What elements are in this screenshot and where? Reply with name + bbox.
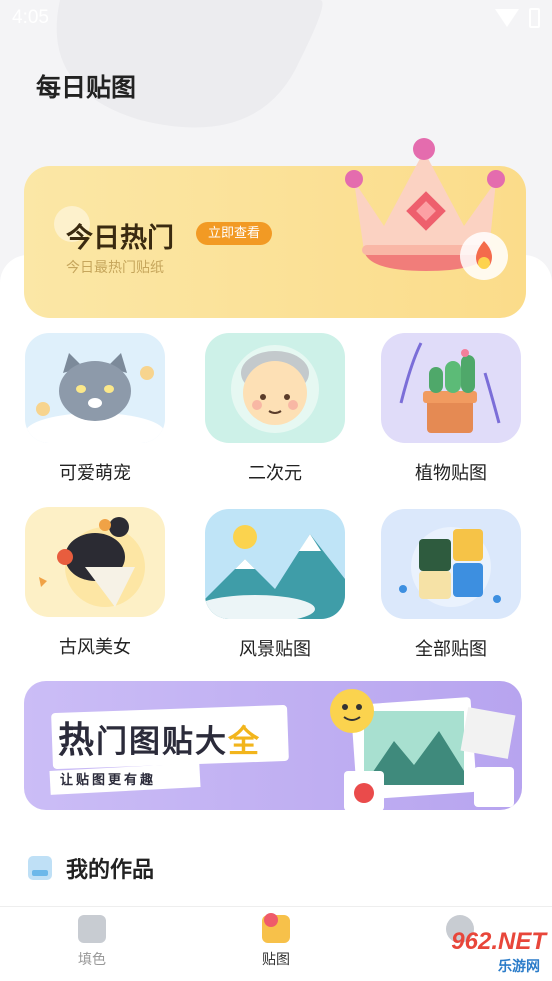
category-plants[interactable]: 植物贴图 — [381, 333, 521, 485]
nav-label: 贴图 — [262, 952, 290, 968]
promo-title: 热门图贴大全 — [58, 711, 261, 763]
hot-stickers-promo-banner[interactable]: 热门图贴大全 让贴图更有趣 — [24, 681, 522, 810]
hot-banner-subtitle: 今日最热门贴纸 — [66, 260, 164, 276]
landscape-icon — [205, 509, 345, 619]
nav-label: 填色 — [78, 952, 106, 968]
my-works-section: 我的作品 — [28, 852, 154, 884]
my-works-title: 我的作品 — [66, 858, 155, 883]
image-icon — [28, 856, 52, 880]
promo-title-part3: 全 — [228, 724, 262, 760]
ancient-beauty-icon — [25, 507, 165, 617]
watermark-text: 962.NET — [451, 928, 546, 955]
view-now-button[interactable]: 立即查看 — [196, 222, 273, 245]
anime-face-icon — [205, 333, 345, 443]
nav-fill-color[interactable]: 填色 — [47, 915, 137, 969]
category-label: 风景贴图 — [239, 639, 311, 660]
category-label: 二次元 — [248, 463, 302, 484]
nav-stickers[interactable]: 贴图 — [231, 913, 321, 969]
category-anime[interactable]: 二次元 — [205, 333, 345, 485]
page-title: 每日贴图 — [36, 73, 137, 102]
category-cute-pets[interactable]: 可爱萌宠 — [25, 333, 165, 485]
category-label: 可爱萌宠 — [59, 463, 131, 484]
fill-color-icon — [78, 915, 106, 943]
promo-title-part1: 热 — [58, 720, 97, 761]
watermark-subtext: 乐游网 — [498, 959, 540, 975]
category-label: 全部贴图 — [415, 639, 487, 660]
crown-icon — [345, 138, 508, 280]
cat-icon — [25, 333, 165, 443]
category-label: 植物贴图 — [415, 463, 487, 484]
category-landscape[interactable]: 风景贴图 — [205, 509, 345, 661]
category-all[interactable]: 全部贴图 — [381, 509, 521, 661]
category-label: 古风美女 — [59, 637, 131, 658]
promo-subtitle: 让贴图更有趣 — [60, 773, 157, 788]
hot-banner-title: 今日热门 — [66, 223, 174, 254]
hot-today-banner[interactable]: 今日热门 立即查看 今日最热门贴纸 — [24, 138, 526, 318]
plant-icon — [381, 333, 521, 443]
puzzle-icon — [381, 509, 521, 619]
landscape-photo-icon — [330, 689, 516, 810]
category-ancient-beauty[interactable]: 古风美女 — [25, 507, 165, 659]
sticker-icon — [262, 913, 290, 943]
watermark: 962.NET 乐游网 — [406, 928, 546, 976]
promo-title-part2: 门图贴大 — [96, 724, 229, 760]
